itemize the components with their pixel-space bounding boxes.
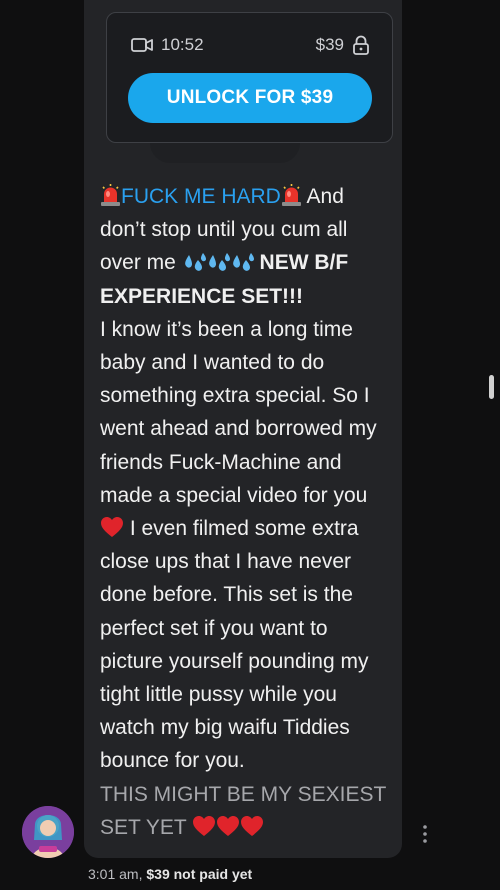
video-duration: 10:52 — [161, 35, 204, 54]
payment-status: $39 not paid yet — [146, 866, 253, 882]
heart-icon — [241, 815, 264, 836]
sweat-droplets-icon — [232, 253, 254, 272]
heart-icon — [217, 815, 240, 836]
message-meta: 3:01 am, $39 not paid yet — [88, 866, 252, 882]
ppv-price: $39 — [315, 35, 344, 54]
more-options-icon[interactable] — [420, 824, 430, 844]
avatar[interactable] — [22, 806, 74, 858]
ppv-card-shadow — [150, 143, 300, 163]
heart-icon — [193, 815, 216, 836]
message-text: FUCK ME HARD And don’t stop until you cu… — [100, 180, 392, 844]
scrollbar-thumb[interactable] — [489, 375, 494, 399]
message-time: 3:01 am, — [88, 866, 143, 882]
heart-icon — [101, 517, 123, 538]
lock-icon — [353, 35, 369, 55]
video-meta: 10:52 — [131, 35, 204, 55]
price-meta: $39 — [316, 35, 370, 55]
sweat-droplets-icon — [208, 253, 230, 272]
video-camera-icon — [131, 38, 153, 52]
message-body-2: I even filmed some extra close ups that … — [100, 517, 369, 773]
siren-icon — [281, 184, 301, 206]
ppv-media-card[interactable]: 10:52 $39 UNLOCK FOR $39 — [106, 12, 393, 143]
unlock-button[interactable]: UNLOCK FOR $39 — [128, 73, 372, 123]
message-body-1: I know it’s been a long time baby and I … — [100, 317, 377, 507]
siren-icon — [101, 184, 120, 206]
avatar-image — [22, 806, 74, 858]
sweat-droplets-icon — [184, 253, 206, 272]
message-title: FUCK ME HARD — [121, 185, 281, 208]
